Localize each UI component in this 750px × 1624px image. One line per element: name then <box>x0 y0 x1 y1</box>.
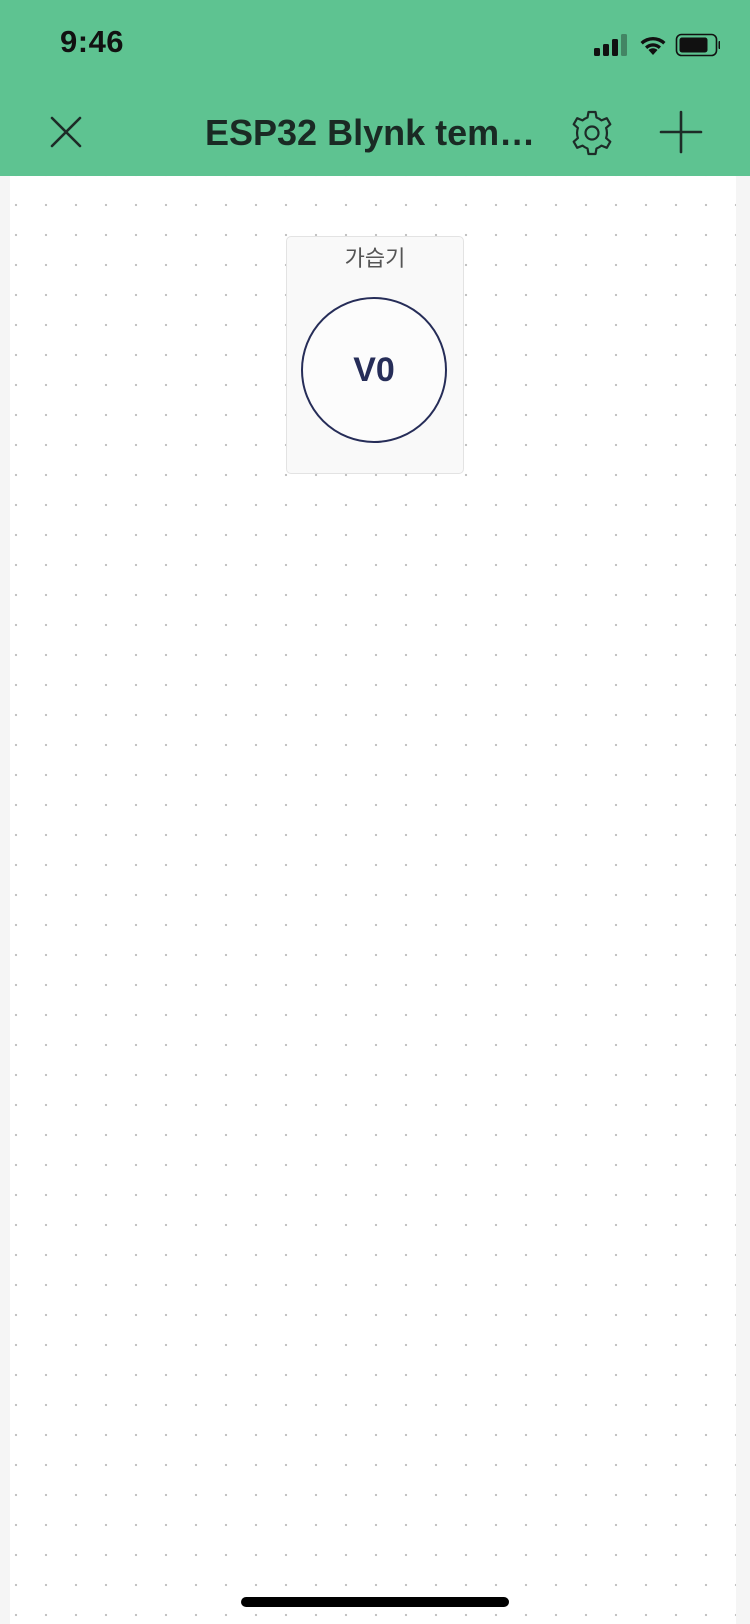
cellular-signal-icon <box>594 34 627 56</box>
status-icons <box>594 30 721 60</box>
gear-icon[interactable] <box>569 110 615 156</box>
widget-label: 가습기 <box>344 247 406 272</box>
canvas-margin-right <box>736 176 750 1624</box>
app-header: 9:46 ESP32 Blynk temp... <box>0 0 750 176</box>
battery-icon <box>675 33 721 57</box>
page-title: ESP32 Blynk temp... <box>205 112 545 153</box>
plus-icon[interactable] <box>659 110 703 154</box>
widget-pin-label: V0 <box>353 350 395 389</box>
status-bar: 9:46 <box>0 0 750 90</box>
wifi-icon <box>640 36 666 55</box>
button-widget[interactable]: 가습기 V0 <box>286 236 464 474</box>
close-icon[interactable] <box>48 114 84 150</box>
status-time: 9:46 <box>60 24 125 59</box>
canvas-margin-left <box>0 176 10 1624</box>
nav-bar: ESP32 Blynk temp... <box>0 100 750 176</box>
home-indicator[interactable] <box>241 1597 509 1607</box>
widget-toggle-button[interactable]: V0 <box>301 297 447 443</box>
